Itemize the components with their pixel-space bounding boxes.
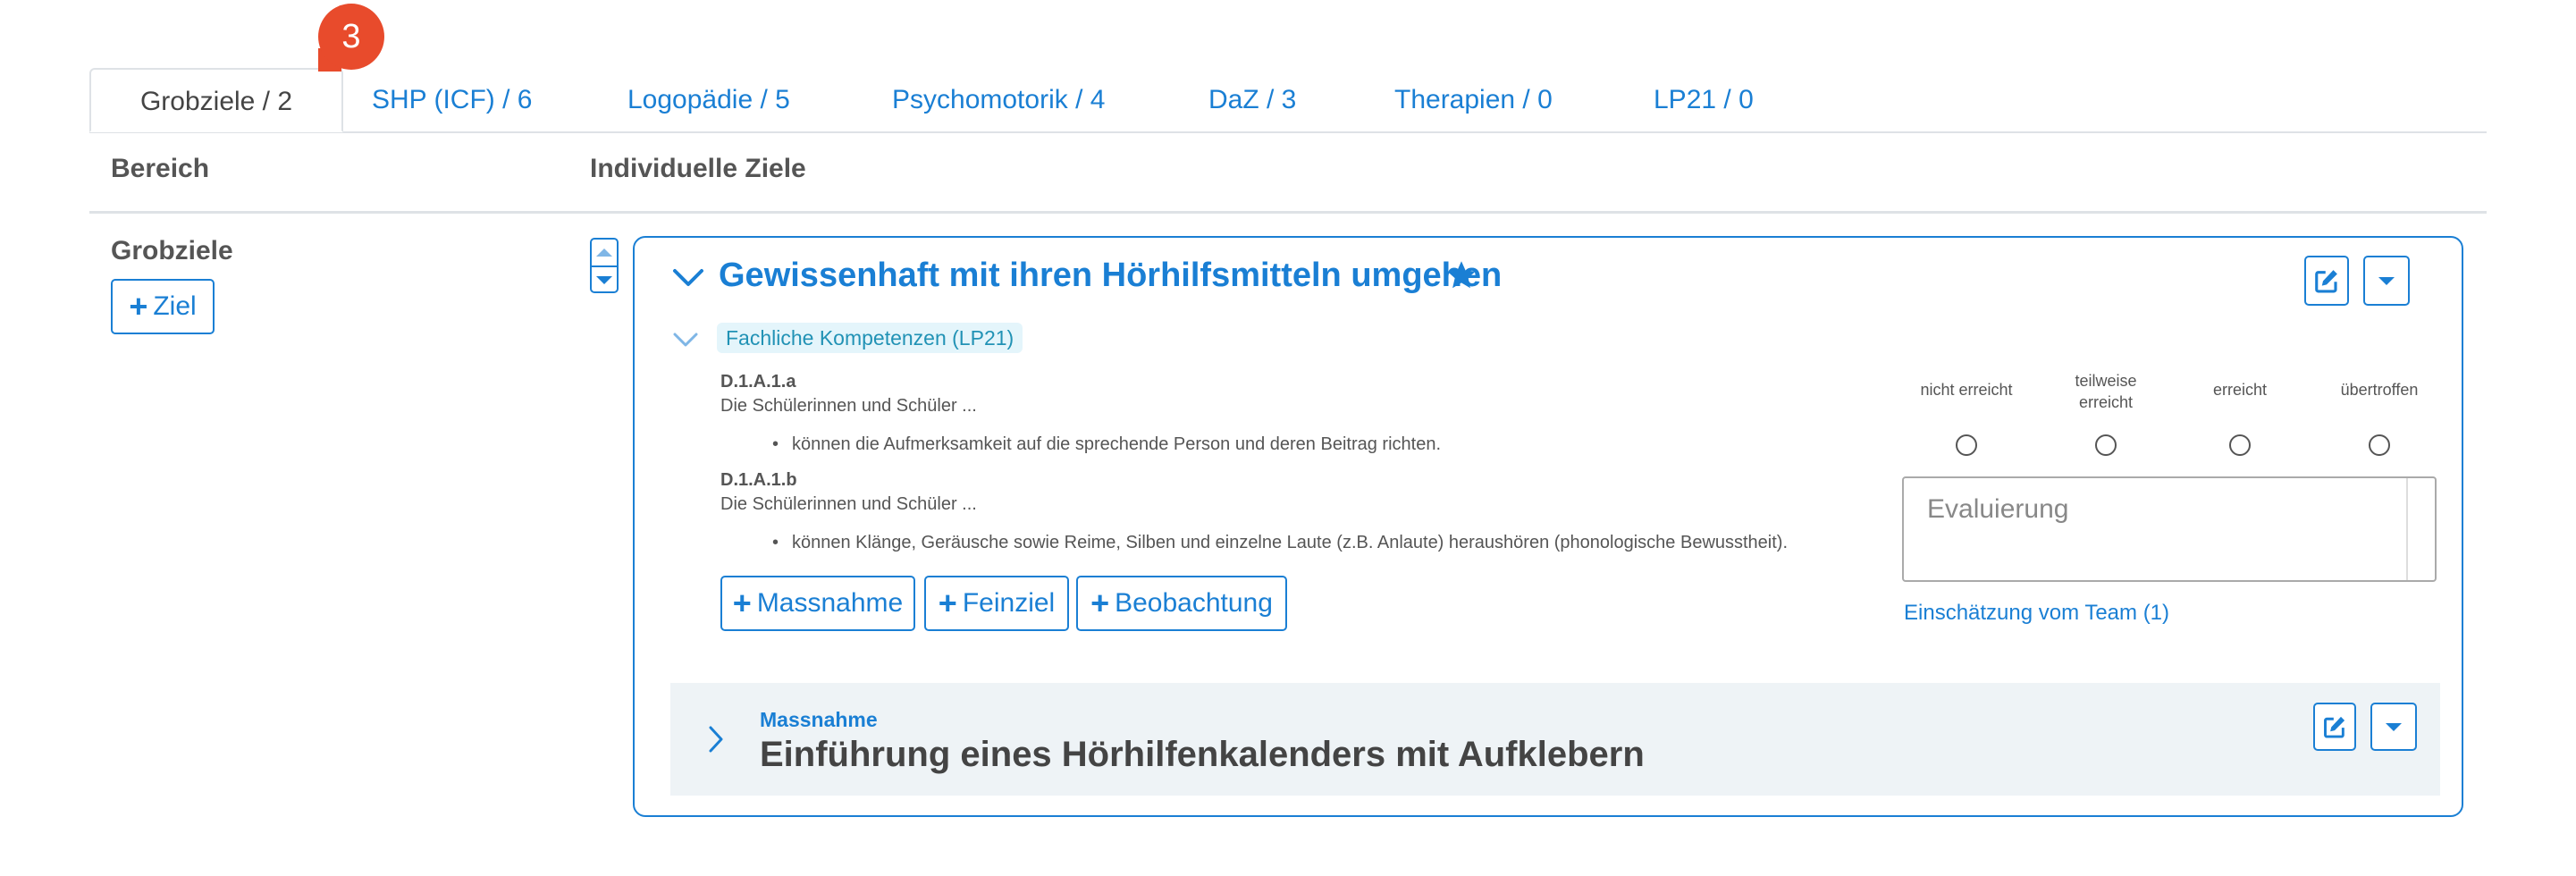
radio-uebertroffen[interactable] (2369, 434, 2390, 456)
radio-nicht-erreicht[interactable] (1956, 434, 1977, 456)
caret-down-icon (2386, 722, 2402, 731)
plus-icon: + (732, 585, 752, 621)
measure-label: Massnahme (760, 708, 878, 731)
sort-control[interactable] (590, 238, 619, 293)
scale-label-uebertroffen: übertroffen (2340, 381, 2419, 399)
add-massnahme-button[interactable]: + Massnahme (720, 576, 915, 631)
add-ziel-button[interactable]: + Ziel (111, 279, 215, 334)
move-up-button[interactable] (592, 240, 617, 267)
edit-icon (2315, 270, 2337, 293)
competence-item: können Klänge, Geräusche sowie Reime, Si… (772, 533, 1788, 553)
add-ziel-label: Ziel (153, 291, 197, 321)
move-down-button[interactable] (592, 267, 617, 293)
edit-icon (2324, 716, 2345, 738)
scale-label-nicht-erreicht: nicht erreicht (1920, 381, 2013, 399)
tab-therapien[interactable]: Therapien / 0 (1394, 68, 1553, 132)
tab-grobziele[interactable]: Grobziele / 2 (89, 68, 343, 132)
plus-icon: + (1090, 585, 1110, 621)
tab-daz[interactable]: DaZ / 3 (1208, 68, 1296, 132)
notification-badge: 3 (318, 4, 384, 70)
measure-title[interactable]: Einführung eines Hörhilfenkalenders mit … (760, 735, 1645, 775)
competence-code: D.1.A.1.b (720, 470, 797, 490)
header-divider (89, 211, 2487, 214)
plus-icon: + (938, 585, 957, 621)
bereich-title: Grobziele (111, 236, 233, 265)
competence-item: können die Aufmerksamkeit auf die sprech… (772, 434, 1441, 455)
competence-code: D.1.A.1.a (720, 372, 796, 392)
add-massnahme-label: Massnahme (756, 588, 904, 618)
textarea-scrollbar[interactable] (2406, 478, 2435, 580)
evaluation-input[interactable]: Evaluierung (1902, 476, 2437, 582)
chevron-down-icon[interactable] (672, 266, 704, 290)
caret-down-icon (2378, 276, 2395, 285)
evaluation-placeholder: Evaluierung (1927, 494, 2069, 524)
goal-menu-button[interactable] (2363, 256, 2410, 306)
caret-down-icon (596, 276, 612, 284)
tab-psychomotorik[interactable]: Psychomotorik / 4 (892, 68, 1105, 132)
add-beobachtung-label: Beobachtung (1115, 588, 1273, 618)
tab-lp21[interactable]: LP21 / 0 (1654, 68, 1754, 132)
competence-intro: Die Schülerinnen und Schüler ... (720, 396, 977, 416)
tab-logopaedie[interactable]: Logopädie / 5 (627, 68, 790, 132)
plus-icon: + (129, 288, 148, 324)
measure-menu-button[interactable] (2370, 703, 2417, 751)
caret-up-icon (596, 248, 612, 257)
edit-measure-button[interactable] (2313, 703, 2356, 751)
competence-intro: Die Schülerinnen und Schüler ... (720, 494, 977, 514)
team-assessment-link[interactable]: Einschätzung vom Team (1) (1904, 601, 2169, 626)
add-feinziel-label: Feinziel (962, 588, 1056, 618)
chevron-down-icon[interactable] (672, 331, 699, 349)
add-feinziel-button[interactable]: + Feinziel (924, 576, 1069, 631)
add-beobachtung-button[interactable]: + Beobachtung (1076, 576, 1287, 631)
radio-erreicht[interactable] (2229, 434, 2251, 456)
goal-title[interactable]: Gewissenhaft mit ihren Hörhilfsmitteln u… (719, 257, 1502, 295)
chevron-right-icon[interactable] (706, 724, 726, 754)
competence-tag: Fachliche Kompetenzen (LP21) (717, 323, 1023, 353)
star-icon[interactable] (1444, 259, 1478, 291)
scale-label-erreicht: erreicht (2212, 381, 2268, 399)
tab-shp-icf[interactable]: SHP (ICF) / 6 (372, 68, 532, 132)
column-header-ziele: Individuelle Ziele (590, 154, 806, 183)
edit-goal-button[interactable] (2304, 256, 2349, 306)
column-header-bereich: Bereich (111, 154, 210, 183)
scale-label-teilweise-erreicht: teilweise erreicht (2075, 372, 2137, 411)
radio-teilweise-erreicht[interactable] (2095, 434, 2117, 456)
